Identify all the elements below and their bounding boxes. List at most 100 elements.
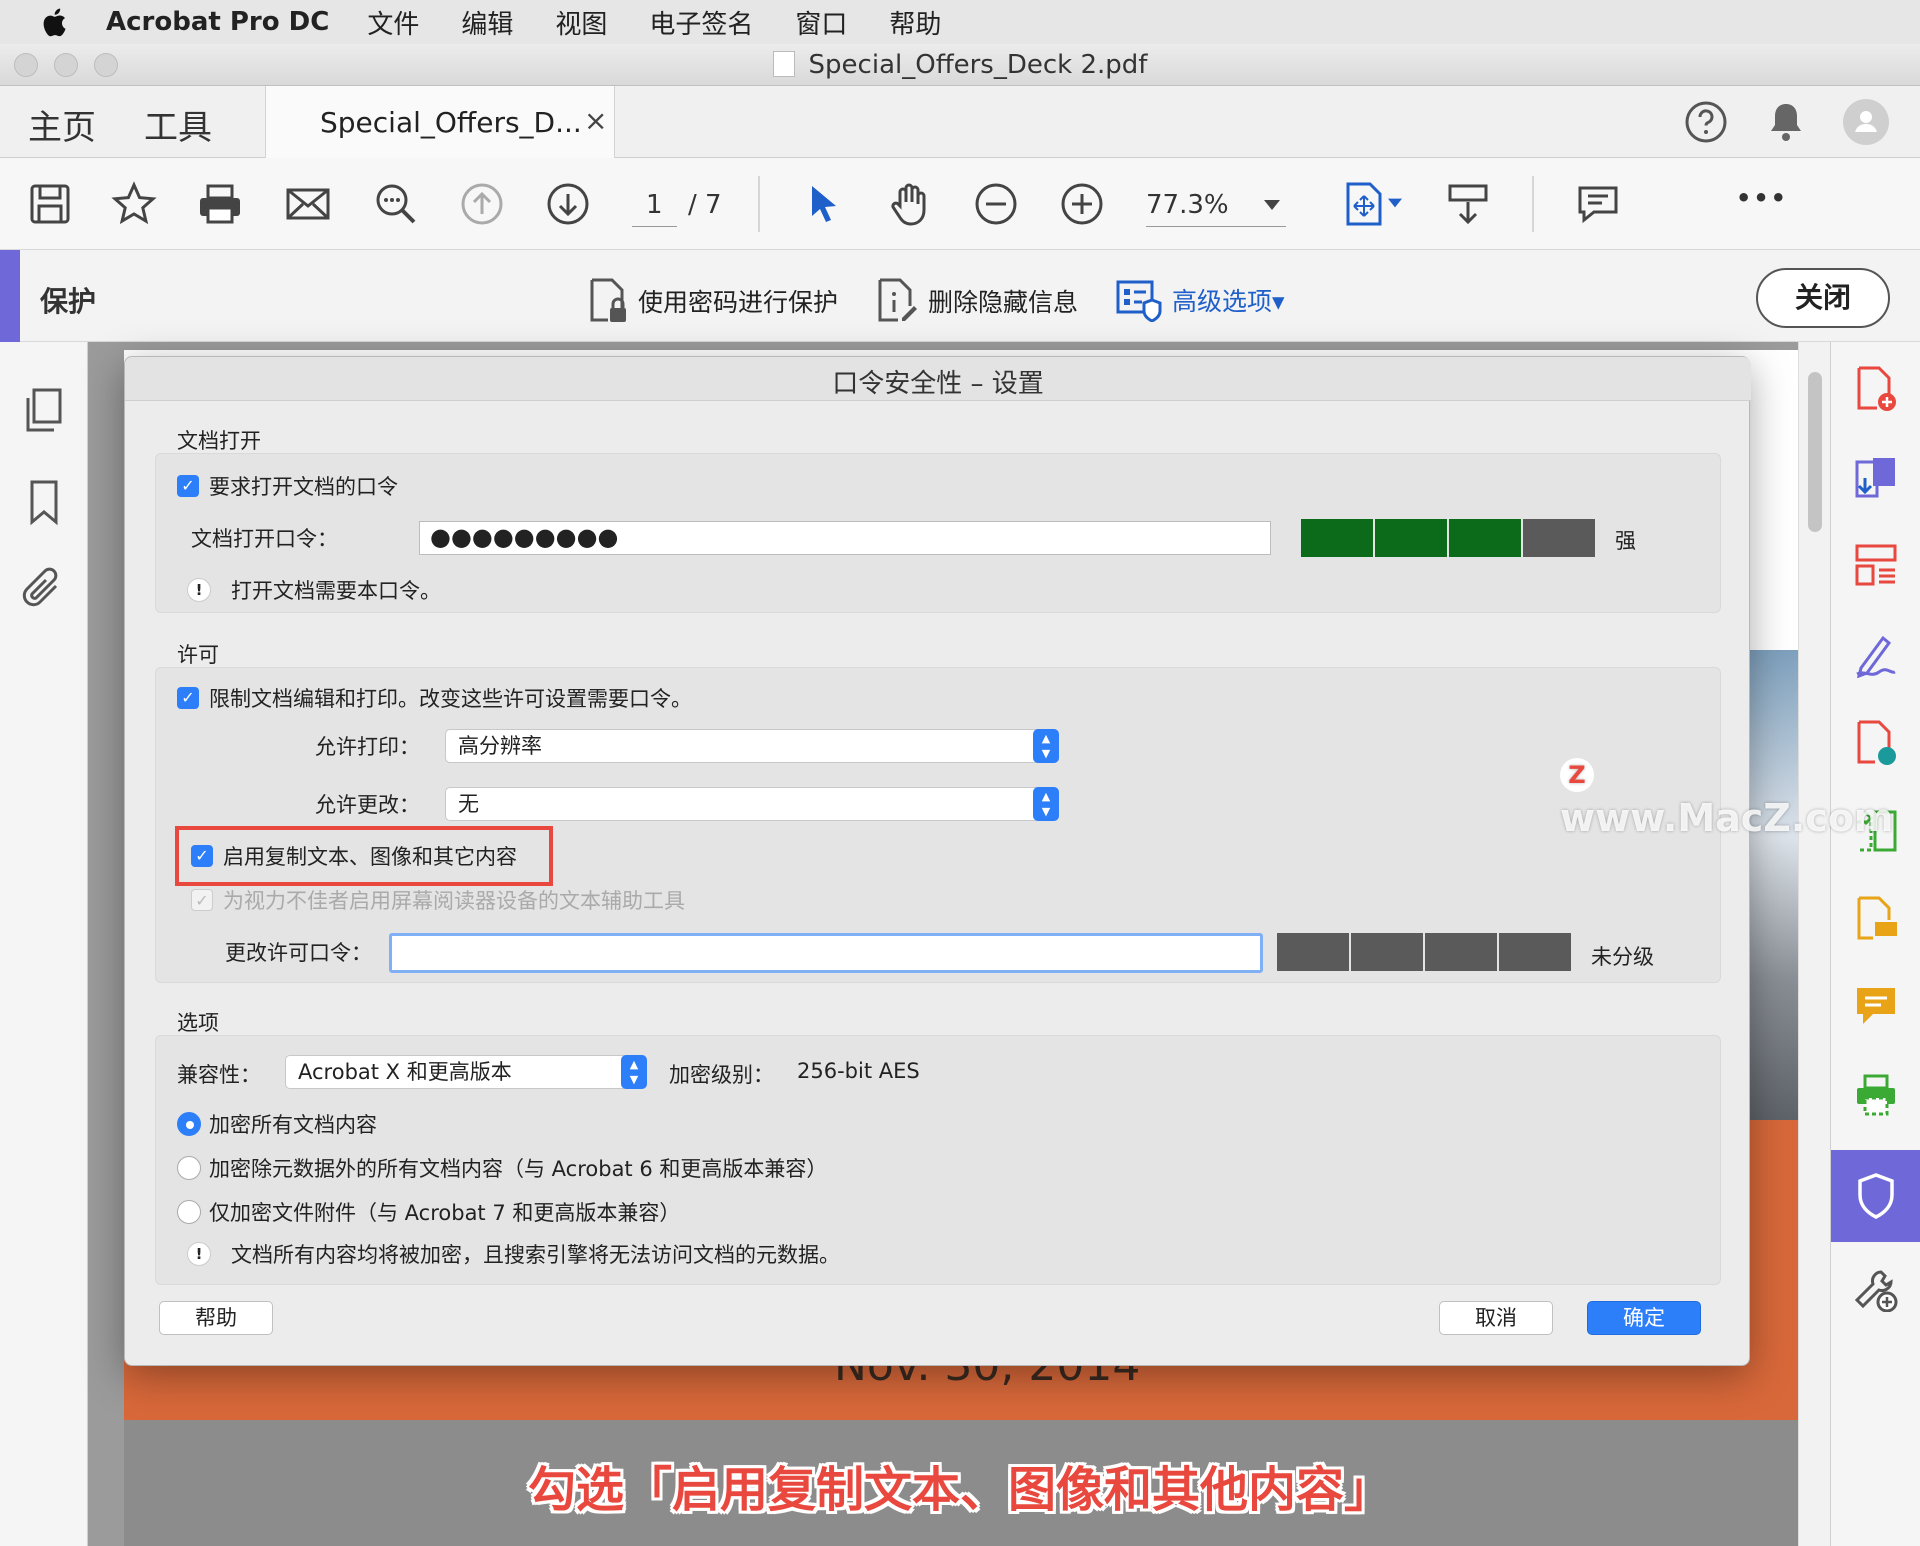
open-password-note: ! 打开文档需要本口令。 — [187, 575, 441, 605]
protect-tool-active[interactable] — [1831, 1150, 1920, 1242]
bookmark-icon[interactable] — [26, 478, 62, 526]
compatibility-select[interactable]: Acrobat X 和更高版本 ▲ ▼ — [285, 1055, 647, 1089]
tab-home[interactable]: 主页 — [28, 100, 96, 149]
menu-file[interactable]: 文件 — [367, 4, 419, 41]
help-icon[interactable] — [1684, 100, 1728, 144]
strength-segment — [1523, 519, 1595, 557]
compatibility-value: Acrobat X 和更高版本 — [298, 1060, 512, 1084]
encrypt-attachments-radio[interactable]: 仅加密文件附件（与 Acrobat 7 和更高版本兼容） — [177, 1197, 680, 1227]
print-production-icon[interactable] — [1853, 1072, 1899, 1118]
more-tools-icon[interactable]: ••• — [1736, 184, 1788, 212]
bell-icon[interactable] — [1766, 100, 1806, 144]
allow-change-value: 无 — [458, 792, 479, 816]
scrollbar-thumb[interactable] — [1808, 372, 1822, 532]
export-pdf-icon[interactable] — [1853, 454, 1899, 500]
advanced-options-button[interactable]: 高级选项▾ — [1116, 278, 1285, 322]
section-options: 选项 — [177, 1011, 219, 1035]
select-stepper-icon: ▲ ▼ — [1033, 787, 1059, 821]
annotate-icon[interactable] — [1853, 984, 1899, 1030]
tutorial-caption: 勾选「启用复制文本、图像和其他内容」 — [527, 1462, 1392, 1518]
mail-icon[interactable] — [284, 180, 332, 228]
advanced-options-icon — [1116, 280, 1162, 322]
encrypt-except-metadata-label: 加密除元数据外的所有文档内容（与 Acrobat 6 和更高版本兼容） — [209, 1157, 828, 1181]
hand-icon[interactable] — [886, 180, 934, 228]
screen-reader-checkbox[interactable]: ✓ 为视力不佳者启用屏幕阅读器设备的文本辅助工具 — [191, 885, 685, 915]
cancel-button[interactable]: 取消 — [1439, 1301, 1553, 1335]
watermark-logo: Z — [1560, 758, 1594, 792]
dialog-title: 口令安全性 – 设置 — [832, 369, 1044, 399]
checkbox-disabled-icon: ✓ — [191, 889, 213, 911]
allow-print-label: 允许打印： — [315, 735, 420, 759]
section-document-open: 文档打开 — [177, 429, 261, 453]
encrypt-password-button[interactable]: 使用密码进行保护 — [588, 278, 838, 324]
close-protect-button[interactable]: 关闭 — [1756, 268, 1890, 328]
zoom-in-icon[interactable] — [1058, 180, 1106, 228]
remove-hidden-info-button[interactable]: 删除隐藏信息 — [876, 278, 1078, 324]
page-up-icon[interactable] — [458, 180, 506, 228]
apple-icon[interactable] — [40, 6, 68, 38]
more-tools-wrench-icon[interactable] — [1853, 1266, 1899, 1312]
strength-segment — [1499, 933, 1571, 971]
right-tools-panel — [1830, 342, 1920, 1546]
permission-password-input[interactable] — [389, 933, 1263, 973]
comment-tool-icon[interactable] — [1853, 896, 1899, 942]
page-down-icon[interactable] — [544, 180, 592, 228]
protect-title: 保护 — [40, 285, 97, 318]
save-icon[interactable] — [26, 180, 74, 228]
restrict-editing-checkbox[interactable]: ✓ 限制文档编辑和打印。改变这些许可设置需要口令。 — [177, 683, 692, 713]
open-password-input[interactable]: ●●●●●●●●● — [419, 521, 1271, 555]
tab-document-label: Special_Offers_D... — [320, 106, 582, 139]
read-mode-icon[interactable] — [1444, 180, 1492, 228]
checkbox-checked-icon: ✓ — [177, 475, 199, 497]
fit-dropdown-icon[interactable] — [1388, 198, 1402, 208]
screen-reader-label: 为视力不佳者启用屏幕阅读器设备的文本辅助工具 — [223, 889, 685, 913]
strength-segment — [1277, 933, 1349, 971]
menu-edit[interactable]: 编辑 — [461, 4, 513, 41]
encryption-level-value: 256-bit AES — [797, 1059, 920, 1083]
permission-password-label: 更改许可口令： — [225, 941, 372, 965]
compatibility-label: 兼容性： — [177, 1063, 261, 1087]
tab-tools[interactable]: 工具 — [144, 100, 212, 149]
left-navigation-panel — [0, 342, 112, 1546]
menu-view[interactable]: 视图 — [555, 4, 607, 41]
ok-button[interactable]: 确定 — [1587, 1301, 1701, 1335]
search-zoom-icon[interactable] — [372, 180, 420, 228]
page-number-input[interactable]: 1 — [632, 190, 677, 227]
zoom-out-icon[interactable] — [972, 180, 1020, 228]
tab-document[interactable]: Special_Offers_D... × — [265, 86, 615, 158]
zoom-dropdown-icon[interactable] — [1264, 200, 1280, 210]
create-pdf-icon[interactable] — [1853, 366, 1899, 412]
protect-toolbar: 保护 使用密码进行保护 删除隐藏信息 高级选项▾ 关闭 — [0, 250, 1920, 342]
allow-change-select[interactable]: 无 ▲ ▼ — [445, 787, 1059, 821]
allow-print-select[interactable]: 高分辨率 ▲ ▼ — [445, 729, 1059, 763]
star-icon[interactable] — [110, 180, 158, 228]
window-title-text: Special_Offers_Deck 2.pdf — [808, 50, 1148, 80]
menu-help[interactable]: 帮助 — [889, 4, 941, 41]
require-open-password-checkbox[interactable]: ✓ 要求打开文档的口令 — [177, 471, 398, 501]
attachment-icon[interactable] — [20, 566, 66, 612]
tutorial-highlight-box — [175, 826, 553, 886]
print-icon[interactable] — [196, 180, 244, 228]
permission-password-strength-label: 未分级 — [1591, 945, 1654, 969]
encrypt-all-radio[interactable]: 加密所有文档内容 — [177, 1109, 377, 1139]
require-open-password-label: 要求打开文档的口令 — [209, 475, 398, 499]
tab-close-icon[interactable]: × — [584, 104, 607, 137]
fit-page-icon[interactable] — [1340, 180, 1388, 228]
help-button[interactable]: 帮助 — [159, 1301, 273, 1335]
organize-pages-icon[interactable] — [1853, 542, 1899, 588]
page-thumbnails-icon[interactable] — [22, 386, 66, 434]
menu-window[interactable]: 窗口 — [795, 4, 847, 41]
remove-hidden-info-label: 删除隐藏信息 — [928, 288, 1079, 317]
lock-document-icon — [590, 278, 626, 322]
avatar[interactable] — [1842, 98, 1890, 146]
menu-esign[interactable]: 电子签名 — [649, 4, 753, 41]
vertical-scrollbar[interactable] — [1798, 342, 1830, 1546]
strength-segment — [1449, 519, 1521, 557]
select-cursor-icon[interactable] — [800, 180, 848, 228]
comment-icon[interactable] — [1574, 180, 1622, 228]
mac-menubar: Acrobat Pro DC 文件 编辑 视图 电子签名 窗口 帮助 — [0, 0, 1920, 44]
fill-sign-icon[interactable] — [1853, 632, 1899, 678]
section-permissions: 许可 — [177, 643, 219, 667]
app-name-menu[interactable]: Acrobat Pro DC — [106, 7, 329, 37]
encrypt-except-metadata-radio[interactable]: 加密除元数据外的所有文档内容（与 Acrobat 6 和更高版本兼容） — [177, 1153, 827, 1183]
